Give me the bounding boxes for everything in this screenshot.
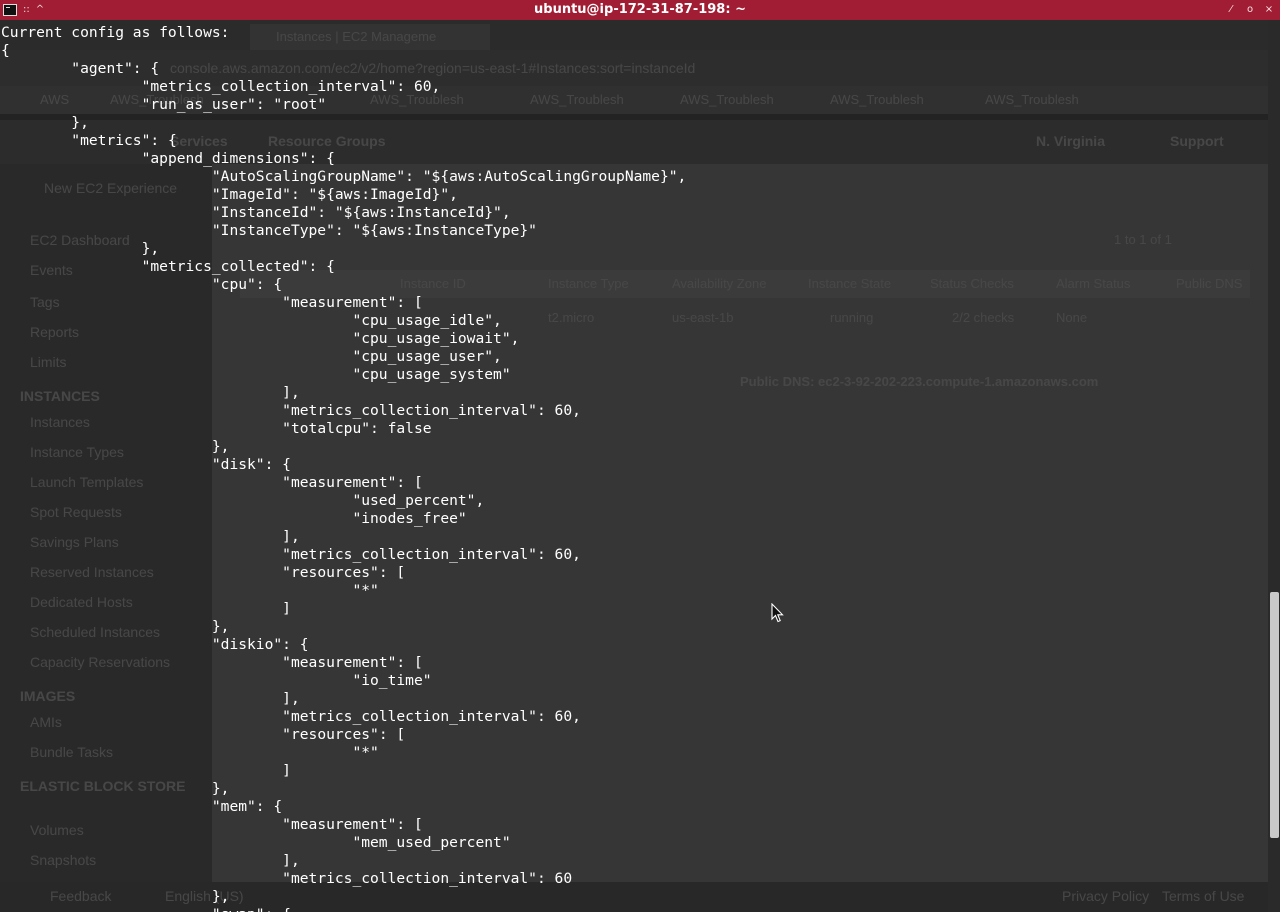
- terminal-line: ],: [1, 384, 300, 401]
- window-title: ubuntu@ip-172-31-87-198: ~: [534, 2, 746, 17]
- terminal-line: ],: [1, 852, 300, 869]
- terminal-line: "resources": [: [1, 564, 406, 581]
- terminal-line: "metrics_collection_interval": 60: [1, 870, 573, 887]
- terminal-line: "measurement": [: [1, 816, 423, 833]
- terminal-line: "InstanceType": "${aws:InstanceType}": [1, 222, 537, 239]
- terminal-window: Instances | EC2 Manageme console.aws.ama…: [0, 0, 1280, 912]
- terminal-line: "used_percent",: [1, 492, 485, 509]
- terminal-line: "cpu": {: [1, 276, 283, 293]
- title-bar[interactable]: :: ^ ubuntu@ip-172-31-87-198: ~ ⁄ o ×: [0, 0, 1280, 20]
- terminal-line: "*": [1, 582, 379, 599]
- terminal-line: "cpu_usage_iowait",: [1, 330, 520, 347]
- maximize-icon[interactable]: o: [1245, 2, 1255, 18]
- terminal-line: "measurement": [: [1, 654, 423, 671]
- terminal-line: "measurement": [: [1, 294, 423, 311]
- terminal-line: "mem_used_percent": [1, 834, 511, 851]
- terminal-line: ],: [1, 528, 300, 545]
- terminal-line: ],: [1, 690, 300, 707]
- terminal-line: "metrics_collection_interval": 60,: [1, 708, 581, 725]
- terminal-line: },: [1, 240, 160, 257]
- terminal-line: },: [1, 888, 230, 905]
- terminal-line: },: [1, 618, 230, 635]
- terminal-line: "io_time": [1, 672, 432, 689]
- terminal-line: "metrics_collection_interval": 60,: [1, 78, 441, 95]
- terminal-line: "swap": {: [1, 906, 1263, 912]
- terminal-line: ]: [1, 600, 291, 617]
- terminal-line: "AutoScalingGroupName": "${aws:AutoScali…: [1, 168, 687, 185]
- terminal-line: "metrics": {: [1, 132, 177, 149]
- terminal-output[interactable]: Current config as follows:{ "agent": { "…: [1, 24, 1263, 912]
- terminal-line: "diskio": {: [1, 636, 309, 653]
- terminal-line: "*": [1, 744, 379, 761]
- terminal-line: "ImageId": "${aws:ImageId}",: [1, 186, 458, 203]
- terminal-line: "measurement": [: [1, 474, 423, 491]
- close-icon[interactable]: ×: [1264, 2, 1274, 18]
- terminal-line: "agent": {: [1, 60, 160, 77]
- terminal-line: "metrics_collection_interval": 60,: [1, 546, 581, 563]
- window-controls: ⁄ o ×: [1226, 2, 1274, 18]
- terminal-line: "cpu_usage_system": [1, 366, 511, 383]
- terminal-line: "metrics_collection_interval": 60,: [1, 402, 581, 419]
- terminal-line: "inodes_free": [1, 510, 467, 527]
- scrollbar-thumb[interactable]: [1270, 592, 1279, 838]
- terminal-line: "run_as_user": "root": [1, 96, 327, 113]
- terminal-line: "disk": {: [1, 456, 291, 473]
- terminal-line: "resources": [: [1, 726, 406, 743]
- terminal-line: {: [1, 42, 10, 59]
- terminal-line: "append_dimensions": {: [1, 150, 335, 167]
- terminal-line: ]: [1, 762, 291, 779]
- terminal-line: Current config as follows:: [1, 24, 230, 41]
- terminal-line: },: [1, 780, 230, 797]
- terminal-line: },: [1, 438, 230, 455]
- terminal-line: "metrics_collected": {: [1, 258, 335, 275]
- terminal-line: "totalcpu": false: [1, 420, 432, 437]
- mouse-pointer-icon: [771, 603, 784, 623]
- terminal-line: "mem": {: [1, 798, 283, 815]
- minimize-icon[interactable]: ⁄: [1226, 2, 1236, 18]
- terminal-line: "cpu_usage_idle",: [1, 312, 502, 329]
- terminal-line: "cpu_usage_user",: [1, 348, 502, 365]
- terminal-line: },: [1, 114, 89, 131]
- terminal-line: "InstanceId": "${aws:InstanceId}",: [1, 204, 511, 221]
